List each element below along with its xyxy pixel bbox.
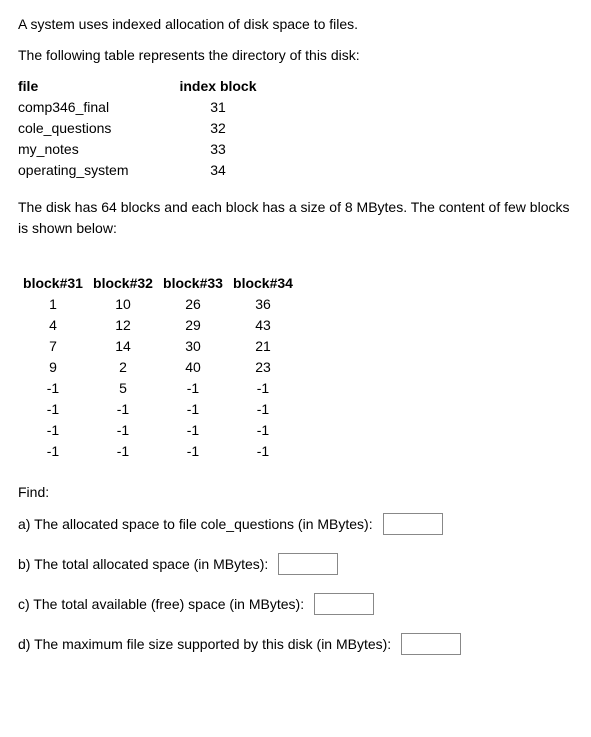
- block-header: block#33: [158, 273, 228, 294]
- block-row: -1 -1 -1 -1: [18, 399, 573, 420]
- dir-file-name: comp346_final: [18, 97, 168, 118]
- block-header: block#34: [228, 273, 298, 294]
- block-cell: -1: [228, 441, 298, 462]
- block-cell: 23: [228, 357, 298, 378]
- block-row: -1 5 -1 -1: [18, 378, 573, 399]
- block-row: -1 -1 -1 -1: [18, 441, 573, 462]
- dir-row: operating_system 34: [18, 160, 573, 181]
- dir-file-name: cole_questions: [18, 118, 168, 139]
- question-b-row: b) The total allocated space (in MBytes)…: [18, 553, 573, 575]
- dir-row: comp346_final 31: [18, 97, 573, 118]
- block-cell: 26: [158, 294, 228, 315]
- question-d-text: d) The maximum file size supported by th…: [18, 634, 391, 655]
- block-cell: -1: [158, 420, 228, 441]
- block-cell: -1: [158, 441, 228, 462]
- block-cell: 14: [88, 336, 158, 357]
- disk-description: The disk has 64 blocks and each block ha…: [18, 197, 573, 239]
- block-cell: 43: [228, 315, 298, 336]
- block-cell: 5: [88, 378, 158, 399]
- block-cell: -1: [18, 378, 88, 399]
- block-cell: 12: [88, 315, 158, 336]
- block-cell: 7: [18, 336, 88, 357]
- dir-index-block: 31: [168, 97, 268, 118]
- question-c-text: c) The total available (free) space (in …: [18, 594, 304, 615]
- dir-header-file: file: [18, 76, 168, 97]
- block-cell: 2: [88, 357, 158, 378]
- block-header: block#31: [18, 273, 88, 294]
- dir-file-name: operating_system: [18, 160, 168, 181]
- question-d-row: d) The maximum file size supported by th…: [18, 633, 573, 655]
- block-cell: 21: [228, 336, 298, 357]
- block-cell: -1: [158, 399, 228, 420]
- block-cell: 40: [158, 357, 228, 378]
- block-cell: -1: [18, 420, 88, 441]
- block-cell: 10: [88, 294, 158, 315]
- question-a-row: a) The allocated space to file cole_ques…: [18, 513, 573, 535]
- question-b-text: b) The total allocated space (in MBytes)…: [18, 554, 268, 575]
- block-header: block#32: [88, 273, 158, 294]
- find-label: Find:: [18, 482, 573, 503]
- block-cell: 36: [228, 294, 298, 315]
- block-cell: 1: [18, 294, 88, 315]
- intro-line-1: A system uses indexed allocation of disk…: [18, 14, 573, 35]
- dir-index-block: 34: [168, 160, 268, 181]
- block-cell: 4: [18, 315, 88, 336]
- block-cell: 30: [158, 336, 228, 357]
- block-cell: -1: [228, 378, 298, 399]
- intro-line-2: The following table represents the direc…: [18, 45, 573, 66]
- block-row: 1 10 26 36: [18, 294, 573, 315]
- block-cell: 29: [158, 315, 228, 336]
- blocks-table: block#31 block#32 block#33 block#34 1 10…: [18, 273, 573, 462]
- block-row: 4 12 29 43: [18, 315, 573, 336]
- question-c-row: c) The total available (free) space (in …: [18, 593, 573, 615]
- block-cell: -1: [228, 399, 298, 420]
- dir-index-block: 32: [168, 118, 268, 139]
- dir-index-block: 33: [168, 139, 268, 160]
- dir-file-name: my_notes: [18, 139, 168, 160]
- block-row: 7 14 30 21: [18, 336, 573, 357]
- block-row: -1 -1 -1 -1: [18, 420, 573, 441]
- question-a-text: a) The allocated space to file cole_ques…: [18, 514, 373, 535]
- block-cell: 9: [18, 357, 88, 378]
- block-row: 9 2 40 23: [18, 357, 573, 378]
- answer-d-input[interactable]: [401, 633, 461, 655]
- block-cell: -1: [18, 441, 88, 462]
- answer-b-input[interactable]: [278, 553, 338, 575]
- directory-table: file index block comp346_final 31 cole_q…: [18, 76, 573, 181]
- block-cell: -1: [228, 420, 298, 441]
- dir-row: cole_questions 32: [18, 118, 573, 139]
- block-cell: -1: [88, 399, 158, 420]
- answer-a-input[interactable]: [383, 513, 443, 535]
- dir-header-index: index block: [168, 76, 268, 97]
- dir-row: my_notes 33: [18, 139, 573, 160]
- block-cell: -1: [88, 441, 158, 462]
- answer-c-input[interactable]: [314, 593, 374, 615]
- block-cell: -1: [158, 378, 228, 399]
- block-cell: -1: [18, 399, 88, 420]
- block-cell: -1: [88, 420, 158, 441]
